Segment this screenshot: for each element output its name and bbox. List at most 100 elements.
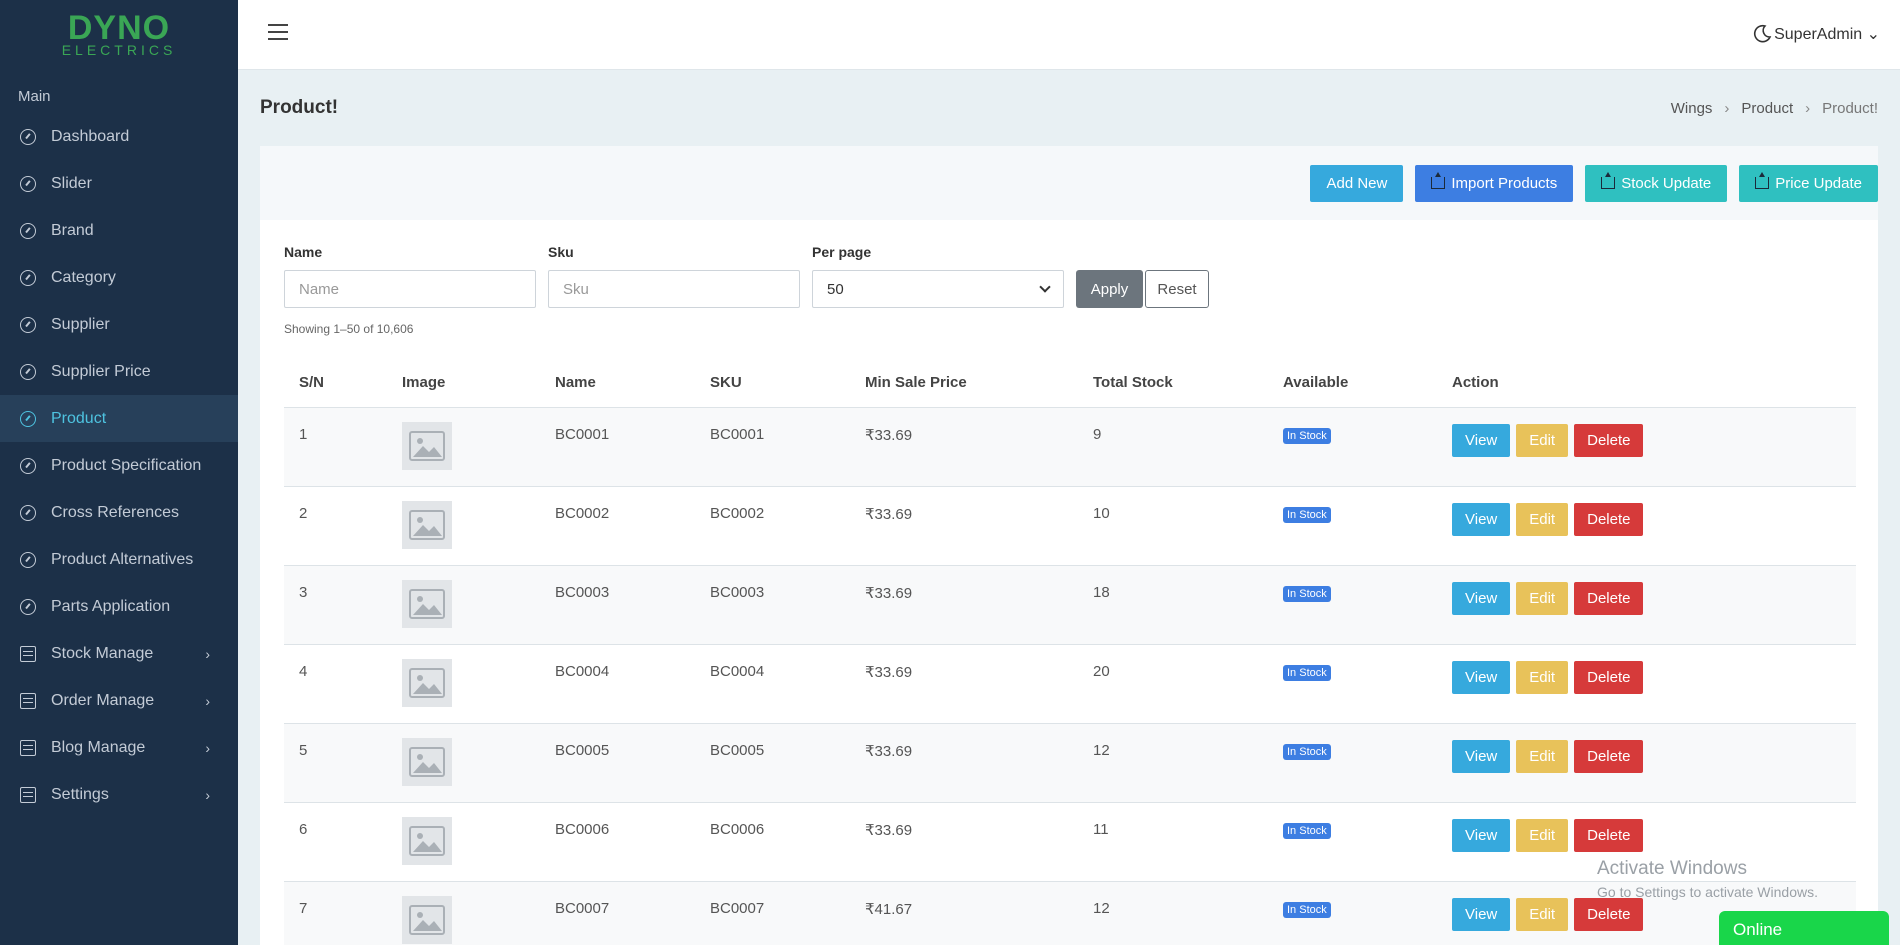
breadcrumb-item-product[interactable]: Product bbox=[1741, 100, 1793, 117]
gauge-icon bbox=[20, 551, 36, 568]
cell-total-stock: 9 bbox=[1078, 407, 1268, 487]
price-update-label: Price Update bbox=[1775, 174, 1862, 192]
sidebar-item-settings[interactable]: Settings › bbox=[0, 771, 238, 818]
menu-toggle-icon[interactable] bbox=[268, 24, 288, 42]
stock-update-button[interactable]: Stock Update bbox=[1585, 164, 1728, 202]
view-button[interactable]: View bbox=[1452, 581, 1511, 615]
edit-button[interactable]: Edit bbox=[1516, 502, 1569, 536]
cell-sku: BC0006 bbox=[695, 802, 850, 882]
view-button[interactable]: View bbox=[1452, 818, 1511, 852]
gauge-icon bbox=[20, 316, 36, 333]
sidebar-item-slider[interactable]: Slider bbox=[0, 160, 238, 207]
cell-sku: BC0001 bbox=[695, 407, 850, 487]
sidebar-item-dashboard[interactable]: Dashboard bbox=[0, 113, 238, 160]
gauge-icon bbox=[20, 410, 36, 427]
edit-button[interactable]: Edit bbox=[1516, 423, 1569, 457]
cell-total-stock: 11 bbox=[1078, 802, 1268, 882]
cell-sn: 2 bbox=[284, 486, 387, 566]
gauge-icon bbox=[20, 222, 36, 239]
sidebar-item-product-alternatives[interactable]: Product Alternatives bbox=[0, 536, 238, 583]
sku-filter: Sku Sku bbox=[548, 244, 800, 308]
watermark-title: Activate Windows bbox=[1597, 858, 1747, 879]
gauge-icon bbox=[20, 504, 36, 521]
cell-image bbox=[387, 486, 540, 566]
cell-sn: 4 bbox=[284, 644, 387, 724]
sku-input[interactable]: Sku bbox=[548, 270, 800, 308]
box-icon bbox=[20, 645, 36, 662]
edit-button[interactable]: Edit bbox=[1516, 660, 1569, 694]
edit-button[interactable]: Edit bbox=[1516, 897, 1569, 931]
online-chat-tab[interactable]: Online bbox=[1719, 911, 1889, 945]
view-button[interactable]: View bbox=[1452, 897, 1511, 931]
edit-button[interactable]: Edit bbox=[1516, 818, 1569, 852]
view-button[interactable]: View bbox=[1452, 660, 1511, 694]
cell-available: In Stock bbox=[1268, 407, 1437, 487]
sidebar-item-order-manage[interactable]: Order Manage › bbox=[0, 677, 238, 724]
sidebar-item-parts-application[interactable]: Parts Application bbox=[0, 583, 238, 630]
sidebar-item-category[interactable]: Category bbox=[0, 254, 238, 301]
name-input[interactable]: Name bbox=[284, 270, 536, 308]
gauge-icon bbox=[20, 457, 36, 474]
cell-min-sale-price: ₹33.69 bbox=[850, 486, 1078, 566]
col-sn: S/N bbox=[284, 374, 387, 408]
sidebar-item-supplier-price[interactable]: Supplier Price bbox=[0, 348, 238, 395]
sidebar-item-supplier[interactable]: Supplier bbox=[0, 301, 238, 348]
sidebar-item-label: Product bbox=[51, 409, 107, 427]
cell-action: View Edit Delete bbox=[1437, 565, 1856, 645]
sidebar-item-label: Slider bbox=[51, 174, 92, 192]
breadcrumb: Wings › Product › Product! bbox=[1671, 100, 1878, 117]
cell-action: View Edit Delete bbox=[1437, 723, 1856, 803]
price-update-button[interactable]: Price Update bbox=[1739, 164, 1878, 202]
view-button[interactable]: View bbox=[1452, 739, 1511, 773]
sidebar-item-brand[interactable]: Brand bbox=[0, 207, 238, 254]
logo-main-text: DYNO bbox=[67, 9, 171, 47]
sidebar-item-blog-manage[interactable]: Blog Manage › bbox=[0, 724, 238, 771]
sidebar-item-product-specification[interactable]: Product Specification bbox=[0, 442, 238, 489]
reset-button[interactable]: Reset bbox=[1145, 270, 1209, 308]
delete-button[interactable]: Delete bbox=[1574, 897, 1644, 931]
delete-button[interactable]: Delete bbox=[1574, 739, 1644, 773]
upload-icon bbox=[1431, 172, 1446, 189]
cell-min-sale-price: ₹33.69 bbox=[850, 723, 1078, 803]
add-new-button[interactable]: Add New bbox=[1310, 164, 1404, 202]
cell-action: View Edit Delete bbox=[1437, 407, 1856, 487]
image-placeholder-icon bbox=[402, 737, 452, 786]
sidebar-item-stock-manage[interactable]: Stock Manage › bbox=[0, 630, 238, 677]
per-page-select[interactable]: 50 bbox=[812, 270, 1064, 308]
edit-button[interactable]: Edit bbox=[1516, 739, 1569, 773]
dark-mode-moon-icon[interactable] bbox=[1752, 24, 1772, 44]
name-filter-label: Name bbox=[284, 244, 323, 260]
logo[interactable]: DYNO ELECTRICS bbox=[0, 0, 238, 70]
image-placeholder-icon bbox=[402, 579, 452, 628]
view-button[interactable]: View bbox=[1452, 423, 1511, 457]
box-icon bbox=[20, 739, 36, 756]
logo-sub-text: ELECTRICS bbox=[61, 42, 177, 58]
cell-name: BC0006 bbox=[540, 802, 695, 882]
status-badge: In Stock bbox=[1283, 506, 1331, 523]
name-filter: Name Name bbox=[284, 244, 536, 308]
import-products-button[interactable]: Import Products bbox=[1415, 164, 1574, 202]
cell-min-sale-price: ₹33.69 bbox=[850, 802, 1078, 882]
sidebar-item-label: Dashboard bbox=[51, 127, 130, 145]
delete-button[interactable]: Delete bbox=[1574, 423, 1644, 457]
chevron-right-icon: › bbox=[205, 739, 210, 756]
delete-button[interactable]: Delete bbox=[1574, 581, 1644, 615]
cell-available: In Stock bbox=[1268, 486, 1437, 566]
sidebar-item-label: Product Alternatives bbox=[51, 550, 194, 568]
cell-min-sale-price: ₹33.69 bbox=[850, 407, 1078, 487]
sidebar-item-cross-references[interactable]: Cross References bbox=[0, 489, 238, 536]
edit-button[interactable]: Edit bbox=[1516, 581, 1569, 615]
delete-button[interactable]: Delete bbox=[1574, 818, 1644, 852]
apply-button[interactable]: Apply bbox=[1076, 270, 1143, 308]
sidebar-item-product[interactable]: Product bbox=[0, 395, 238, 442]
breadcrumb-item-wings[interactable]: Wings bbox=[1671, 100, 1713, 117]
delete-button[interactable]: Delete bbox=[1574, 660, 1644, 694]
sidebar: DYNO ELECTRICS Main Dashboard Slider Brand… bbox=[0, 0, 238, 945]
sidebar-section-title: Main bbox=[18, 88, 51, 105]
status-badge: In Stock bbox=[1283, 822, 1331, 839]
view-button[interactable]: View bbox=[1452, 502, 1511, 536]
cell-image bbox=[387, 407, 540, 487]
col-min-sale-price: Min Sale Price bbox=[850, 374, 1078, 408]
delete-button[interactable]: Delete bbox=[1574, 502, 1644, 536]
user-menu[interactable]: SuperAdmin ⌄ bbox=[1774, 24, 1880, 44]
